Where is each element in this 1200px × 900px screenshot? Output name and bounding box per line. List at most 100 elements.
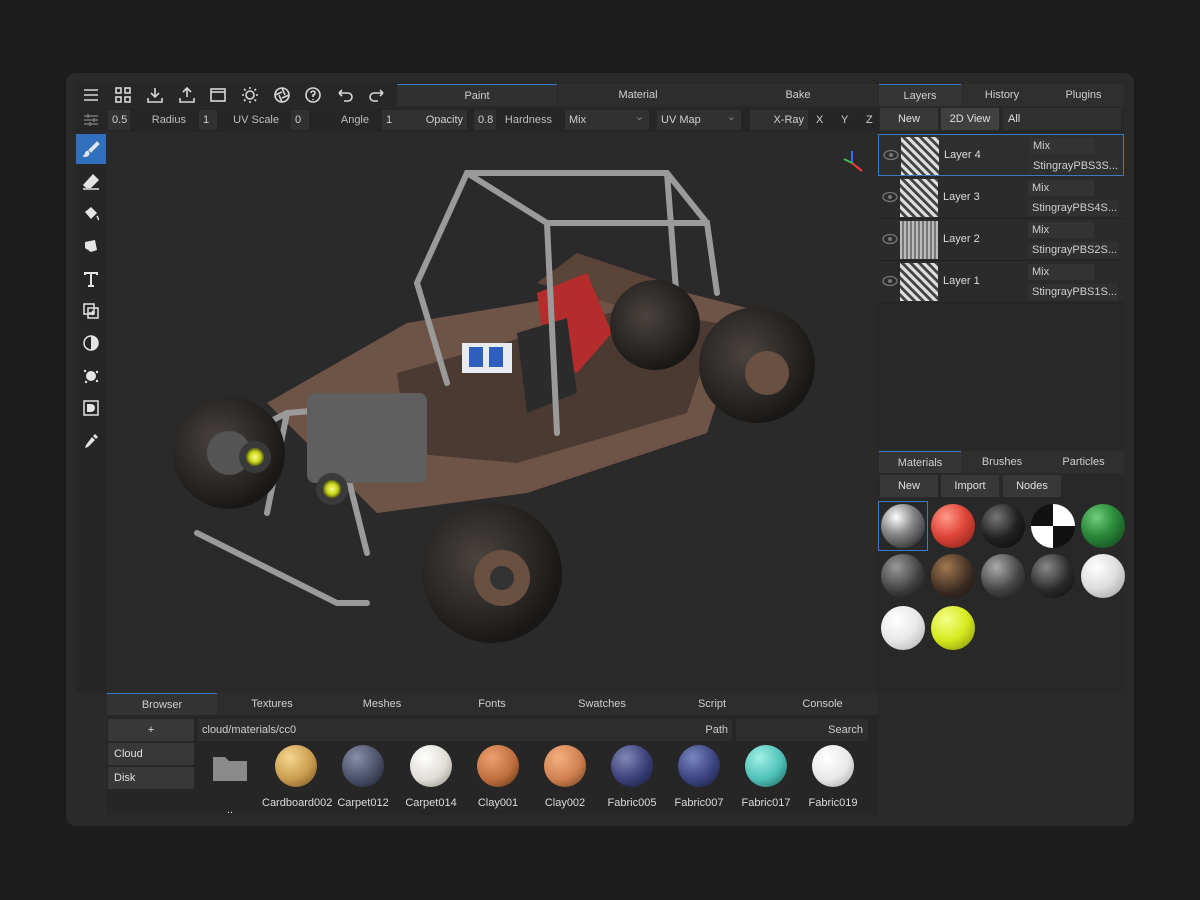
material-swatch[interactable] (1031, 504, 1075, 548)
new-material-button[interactable]: New (880, 475, 938, 497)
picker-3d-icon[interactable] (76, 393, 106, 423)
uvscale-label: UV Scale (233, 114, 279, 126)
eye-icon[interactable] (883, 149, 899, 161)
layer-row[interactable]: Layer 3 Mix StingrayPBS4S... (878, 177, 1124, 219)
material-swatch[interactable] (1031, 554, 1075, 598)
menu-icon[interactable] (80, 84, 102, 106)
material-name: Fabric005 (607, 797, 657, 809)
tab-browser[interactable]: Browser (107, 693, 217, 715)
browser-material-item[interactable]: Clay001 (464, 745, 532, 809)
material-swatch[interactable] (931, 554, 975, 598)
material-swatch[interactable] (1081, 504, 1125, 548)
layer-blend-select[interactable]: Mix (1028, 264, 1094, 280)
export-icon[interactable] (176, 84, 198, 106)
text-tool-icon[interactable] (76, 264, 106, 294)
tab-history[interactable]: History (961, 84, 1043, 106)
tab-particles[interactable]: Particles (1043, 451, 1124, 473)
tab-plugins[interactable]: Plugins (1043, 84, 1124, 106)
eye-icon[interactable] (882, 233, 898, 245)
material-preview (611, 745, 653, 787)
eye-icon[interactable] (882, 275, 898, 287)
eyedropper-icon[interactable] (76, 426, 106, 456)
material-swatch[interactable] (981, 504, 1025, 548)
particle-icon[interactable] (76, 361, 106, 391)
import-icon[interactable] (144, 84, 166, 106)
uv-mode-select[interactable]: UV Map (657, 107, 741, 130)
axis-x-toggle[interactable]: X (812, 110, 828, 130)
decal-icon[interactable] (76, 231, 106, 261)
nodes-button[interactable]: Nodes (1003, 475, 1061, 497)
material-swatch[interactable] (931, 606, 975, 650)
material-swatch[interactable] (881, 554, 925, 598)
browser-material-item[interactable]: Fabric007 (665, 745, 733, 809)
eye-icon[interactable] (882, 191, 898, 203)
uvscale-value[interactable]: 1 (199, 110, 217, 130)
undo-icon[interactable] (334, 84, 356, 106)
tab-materials[interactable]: Materials (879, 451, 961, 473)
blur-icon[interactable] (76, 328, 106, 358)
layer-row[interactable]: Layer 4 Mix StingrayPBS3S... (878, 134, 1124, 176)
folder-up-item[interactable]: .. (196, 745, 264, 816)
angle-value[interactable]: 0 (291, 110, 309, 130)
layer-blend-select[interactable]: Mix (1029, 138, 1095, 154)
brush-icon[interactable] (76, 134, 106, 164)
radius-value[interactable]: 0.5 (108, 110, 130, 130)
3d-viewport[interactable] (107, 133, 878, 693)
layer-blend-select[interactable]: Mix (1028, 222, 1094, 238)
new-layer-button[interactable]: New (880, 108, 938, 130)
2d-view-button[interactable]: 2D View (941, 108, 999, 130)
xray-toggle[interactable]: X-Ray (750, 110, 808, 130)
browser-material-item[interactable]: Carpet014 (397, 745, 465, 809)
hardness-value[interactable]: 0.8 (474, 110, 496, 130)
path-label: Path (705, 724, 728, 736)
redo-icon[interactable] (366, 84, 388, 106)
material-swatch[interactable] (881, 504, 925, 548)
location-cloud[interactable]: Cloud (108, 743, 194, 765)
fill-bucket-icon[interactable] (76, 199, 106, 229)
tab-material[interactable]: Material (558, 84, 718, 106)
tab-swatches[interactable]: Swatches (547, 693, 657, 715)
layer-row[interactable]: Layer 1 Mix StingrayPBS1S... (878, 261, 1124, 303)
material-swatch[interactable] (931, 504, 975, 548)
browser-material-item[interactable]: Cardboard002 (262, 745, 332, 809)
layer-material-name: StingrayPBS3S... (1029, 158, 1119, 174)
blend-mode-select[interactable]: Mix (565, 107, 649, 130)
eraser-icon[interactable] (76, 166, 106, 196)
layer-row[interactable]: Layer 2 Mix StingrayPBS2S... (878, 219, 1124, 261)
tab-layers[interactable]: Layers (879, 84, 961, 106)
tab-brushes[interactable]: Brushes (961, 451, 1043, 473)
material-swatch[interactable] (981, 554, 1025, 598)
axis-z-toggle[interactable]: Z (862, 110, 878, 130)
axis-y-toggle[interactable]: Y (837, 110, 853, 130)
layer-filter-select[interactable]: All (1003, 108, 1121, 130)
material-swatch[interactable] (881, 606, 925, 650)
brightness-icon[interactable] (239, 84, 261, 106)
aperture-icon[interactable] (271, 84, 293, 106)
tab-script[interactable]: Script (657, 693, 767, 715)
tab-bake[interactable]: Bake (718, 84, 878, 106)
browser-material-item[interactable]: Carpet012 (329, 745, 397, 809)
path-field[interactable]: cloud/materials/cc0 Path (198, 719, 732, 741)
clone-icon[interactable] (76, 296, 106, 326)
window-icon[interactable] (207, 84, 229, 106)
opacity-field[interactable]: 1 Opacity (382, 110, 467, 130)
tab-textures[interactable]: Textures (217, 693, 327, 715)
tab-paint[interactable]: Paint (397, 84, 557, 106)
location-disk[interactable]: Disk (108, 767, 194, 789)
tab-fonts[interactable]: Fonts (437, 693, 547, 715)
add-location-button[interactable]: + (108, 719, 194, 741)
help-icon[interactable] (302, 84, 324, 106)
layer-blend-select[interactable]: Mix (1028, 180, 1094, 196)
browser-material-item[interactable]: Fabric017 (732, 745, 800, 809)
browser-material-item[interactable]: Fabric019 (799, 745, 867, 809)
sliders-icon[interactable] (80, 109, 102, 131)
browser-material-item[interactable]: Fabric005 (598, 745, 666, 809)
browser-material-item[interactable]: Clay002 (531, 745, 599, 809)
search-input[interactable]: Search (736, 719, 868, 741)
grid-icon[interactable] (112, 84, 134, 106)
material-swatch[interactable] (1081, 554, 1125, 598)
layer-name: Layer 3 (943, 191, 980, 203)
import-material-button[interactable]: Import (941, 475, 999, 497)
tab-meshes[interactable]: Meshes (327, 693, 437, 715)
tab-console[interactable]: Console (767, 693, 878, 715)
